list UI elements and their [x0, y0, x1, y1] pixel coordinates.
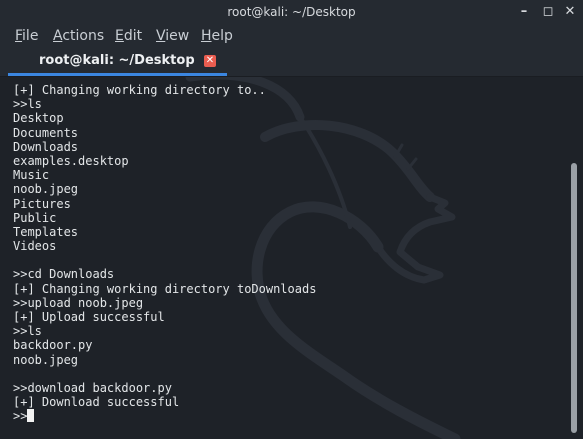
terminal-line: [+] Upload successful: [13, 310, 165, 324]
title-bar[interactable]: root@kali: ~/Desktop – ◻ ✕: [0, 0, 583, 24]
menu-edit[interactable]: Edit: [115, 27, 142, 45]
terminal-line: examples.desktop: [13, 153, 129, 168]
menu-file[interactable]: File: [15, 27, 38, 45]
tab-desktop[interactable]: root@kali: ~/Desktop ✕: [8, 48, 227, 76]
terminal-line: noob.jpeg: [13, 352, 79, 367]
terminal-line: >>upload noob.jpeg: [13, 295, 144, 310]
minimize-button[interactable]: –: [515, 0, 533, 24]
terminal-prompt-line[interactable]: >>: [13, 409, 563, 423]
terminal-line: Desktop: [13, 111, 64, 126]
terminal-line: Pictures: [13, 196, 71, 211]
tab-close-icon[interactable]: ✕: [204, 55, 216, 67]
menu-view[interactable]: View: [156, 27, 189, 45]
terminal-window: root@kali: ~/Desktop – ◻ ✕ File Actions …: [0, 0, 583, 439]
terminal-line: backdoor.py: [13, 338, 93, 353]
terminal-line: Music: [13, 168, 50, 183]
tab-label: root@kali: ~/Desktop: [39, 53, 195, 68]
terminal-prompt: >>: [13, 409, 28, 424]
terminal-line: noob.jpeg: [13, 182, 79, 197]
menu-actions[interactable]: Actions: [53, 27, 104, 45]
terminal-line: Downloads: [13, 139, 79, 154]
terminal-line: Videos: [13, 239, 57, 254]
terminal-line: >>ls: [13, 97, 42, 112]
terminal-line: [+] Changing working directory to..: [13, 83, 266, 97]
menu-help[interactable]: Help: [201, 27, 233, 45]
terminal-text: [+] Changing working directory to.. >>ls D…: [13, 83, 563, 424]
terminal-line: [+] Download successful: [13, 395, 180, 410]
terminal-line: Public: [13, 210, 57, 225]
terminal-line: Templates: [13, 224, 79, 239]
terminal-line: [+] Changing working directory toDownloa…: [13, 281, 317, 296]
terminal-line: >>download backdoor.py: [13, 380, 172, 395]
tab-bar: root@kali: ~/Desktop ✕: [0, 48, 583, 77]
menu-bar: File Actions Edit View Help: [0, 24, 583, 48]
text-cursor: [27, 409, 35, 423]
maximize-button[interactable]: ◻: [539, 0, 557, 24]
terminal-line: Documents: [13, 125, 79, 140]
window-title: root@kali: ~/Desktop: [227, 5, 356, 19]
close-button[interactable]: ✕: [561, 0, 579, 24]
tab-active-indicator: [8, 73, 227, 76]
terminal-output-area[interactable]: [+] Changing working directory to.. >>ls D…: [0, 77, 583, 439]
scrollbar-thumb[interactable]: [571, 163, 577, 433]
vertical-scrollbar[interactable]: [567, 77, 583, 439]
terminal-line: >>ls: [13, 324, 42, 339]
terminal-line: >>cd Downloads: [13, 267, 115, 282]
